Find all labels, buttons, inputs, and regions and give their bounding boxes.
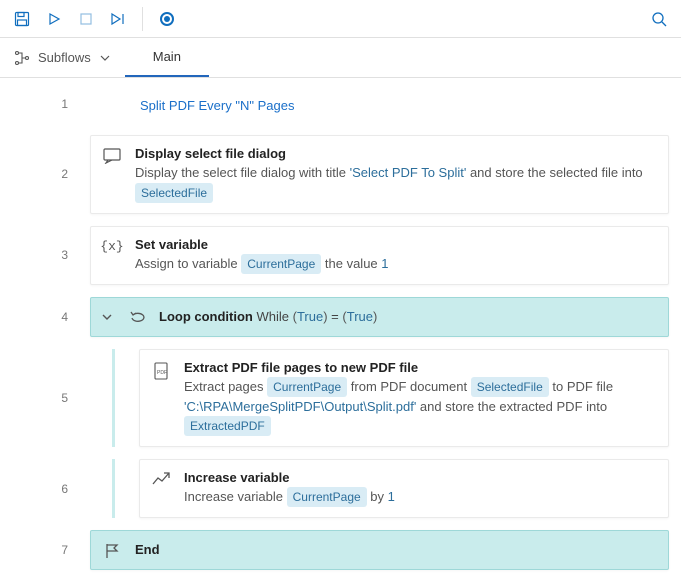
variable-chip-extractedpdf: ExtractedPDF xyxy=(184,416,271,436)
toolbar-right-group xyxy=(645,5,673,33)
line-number: 1 xyxy=(0,78,90,129)
variable-chip-currentpage: CurrentPage xyxy=(287,487,367,507)
line-number: 3 xyxy=(0,220,90,291)
tab-main[interactable]: Main xyxy=(125,38,209,77)
action-extract-pdf-pages[interactable]: PDF Extract PDF file pages to new PDF fi… xyxy=(139,349,669,448)
flow-title[interactable]: Split PDF Every "N" Pages xyxy=(90,84,669,123)
loop-body-indent: Increase variable Increase variable Curr… xyxy=(112,459,669,518)
chevron-down-icon xyxy=(101,311,113,323)
flow-row: 7 End xyxy=(0,524,681,576)
play-icon xyxy=(47,12,61,26)
line-number: 2 xyxy=(0,129,90,220)
dialog-icon xyxy=(103,148,121,164)
action-title: Extract PDF file pages to new PDF file xyxy=(184,360,656,375)
action-display-select-file-dialog[interactable]: Display select file dialog Display the s… xyxy=(90,135,669,214)
pdf-icon: PDF xyxy=(152,362,170,380)
literal-number: 1 xyxy=(388,489,395,504)
action-title: End xyxy=(135,542,656,557)
loop-icon xyxy=(129,310,147,326)
action-description: Extract pages CurrentPage from PDF docum… xyxy=(184,377,656,437)
run-button[interactable] xyxy=(40,5,68,33)
variable-icon: {x} xyxy=(100,239,123,254)
step-icon xyxy=(110,12,126,26)
subflow-tabbar: Subflows Main xyxy=(0,38,681,78)
line-number: 4 xyxy=(0,291,90,343)
variable-chip-currentpage: CurrentPage xyxy=(241,254,321,274)
increase-icon xyxy=(152,472,170,486)
record-icon xyxy=(160,12,174,26)
top-toolbar xyxy=(0,0,681,38)
variable-chip-selectedfile: SelectedFile xyxy=(135,183,213,203)
collapse-toggle[interactable] xyxy=(101,311,113,323)
loop-body-indent: PDF Extract PDF file pages to new PDF fi… xyxy=(112,349,669,448)
action-increase-variable[interactable]: Increase variable Increase variable Curr… xyxy=(139,459,669,518)
variable-chip-currentpage: CurrentPage xyxy=(267,377,347,397)
subflows-dropdown[interactable]: Subflows xyxy=(0,38,125,77)
flow-row: 5 PDF Extract PDF file pages to new PDF … xyxy=(0,343,681,454)
subflows-icon xyxy=(14,50,30,66)
action-set-variable[interactable]: {x} Set variable Assign to variable Curr… xyxy=(90,226,669,285)
stop-button[interactable] xyxy=(72,5,100,33)
action-title: Increase variable xyxy=(184,470,656,485)
action-description: Assign to variable CurrentPage the value… xyxy=(135,254,656,274)
step-button[interactable] xyxy=(104,5,132,33)
line-number: 7 xyxy=(0,524,90,576)
flow-row: 1 Split PDF Every "N" Pages xyxy=(0,78,681,129)
line-number: 5 xyxy=(0,343,90,454)
toolbar-separator xyxy=(142,7,143,31)
literal-dialog-title: 'Select PDF To Split' xyxy=(350,165,467,180)
flow-row: 2 Display select file dialog Display the… xyxy=(0,129,681,220)
search-icon xyxy=(651,11,667,27)
action-title: Loop condition xyxy=(159,309,253,324)
flow-canvas: 1 Split PDF Every "N" Pages 2 Display se… xyxy=(0,78,681,576)
action-end[interactable]: End xyxy=(90,530,669,570)
variable-chip-selectedfile: SelectedFile xyxy=(471,377,549,397)
action-loop-condition[interactable]: Loop condition While (True) = (True) xyxy=(90,297,669,337)
stop-icon xyxy=(80,13,92,25)
save-icon xyxy=(14,11,30,27)
literal-number: 1 xyxy=(381,256,388,271)
action-description: Display the select file dialog with titl… xyxy=(135,163,656,203)
flow-row: 4 Loop condition While (True) = (True) xyxy=(0,291,681,343)
search-button[interactable] xyxy=(645,5,673,33)
save-button[interactable] xyxy=(8,5,36,33)
flow-row: 3 {x} Set variable Assign to variable Cu… xyxy=(0,220,681,291)
record-button[interactable] xyxy=(153,5,181,33)
action-title: Set variable xyxy=(135,237,656,252)
svg-text:PDF: PDF xyxy=(157,370,167,376)
end-flag-icon xyxy=(104,543,120,559)
action-description: Increase variable CurrentPage by 1 xyxy=(184,487,656,507)
loop-condition-text: While (True) = (True) xyxy=(257,309,378,324)
literal-filepath: 'C:\RPA\MergeSplitPDF\Output\Split.pdf' xyxy=(184,399,416,414)
flow-row: 6 Increase variable Increase variable Cu… xyxy=(0,453,681,524)
toolbar-left-group xyxy=(8,5,181,33)
subflows-label: Subflows xyxy=(38,50,91,65)
chevron-down-icon xyxy=(99,52,111,64)
tab-main-label: Main xyxy=(153,49,181,64)
action-title: Display select file dialog xyxy=(135,146,656,161)
line-number: 6 xyxy=(0,453,90,524)
